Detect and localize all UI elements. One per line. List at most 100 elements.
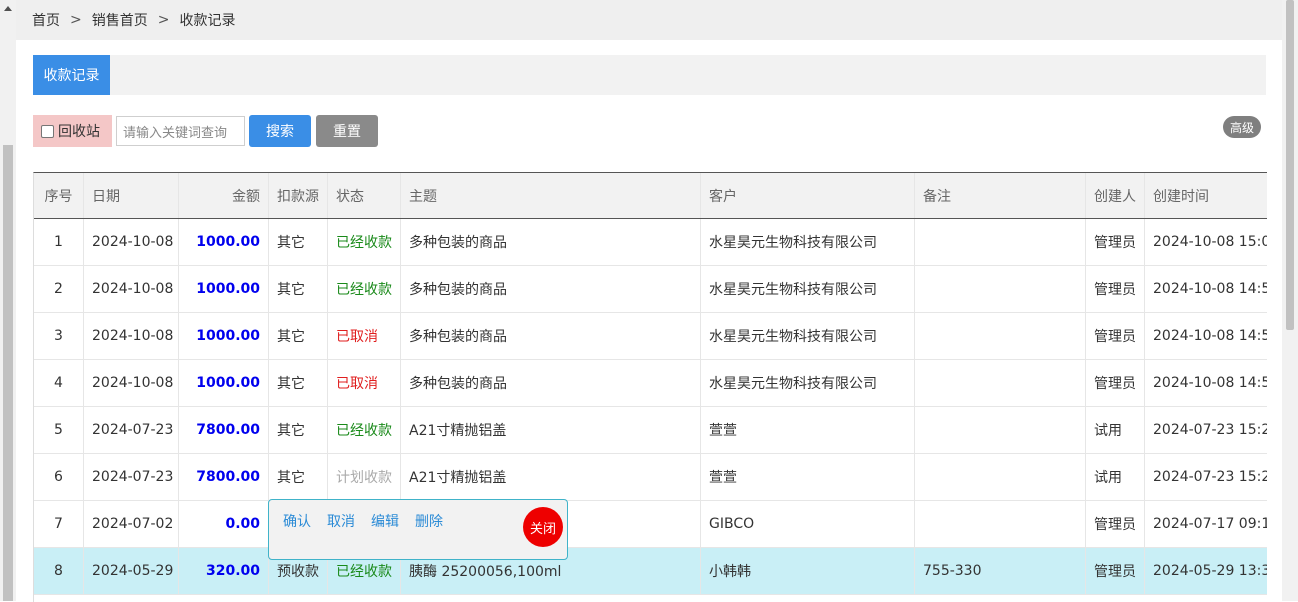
cell-amount: 1000.00 bbox=[179, 313, 269, 359]
cell-customer: 小韩韩 bbox=[701, 548, 915, 594]
search-input[interactable]: 请输入关键词查询 bbox=[116, 116, 245, 146]
cell-remark: 755-330 bbox=[915, 548, 1086, 594]
cell-source: 其它 bbox=[269, 454, 328, 500]
cell-customer: 萱萱 bbox=[701, 454, 915, 500]
recycle-bin-checkbox[interactable] bbox=[41, 124, 54, 138]
cell-created-time: 2024-07-17 09:10 bbox=[1153, 516, 1267, 532]
cell-creator: 管理员 bbox=[1086, 266, 1145, 312]
search-placeholder: 请输入关键词查询 bbox=[123, 125, 228, 141]
cell-remark bbox=[915, 454, 1086, 500]
cell-status: 已取消 bbox=[328, 360, 401, 406]
cell-remark bbox=[915, 360, 1086, 406]
tab-payment-records[interactable]: 收款记录 bbox=[33, 55, 110, 95]
cell-seq: 2 bbox=[34, 266, 84, 312]
scroll-up-arrow-icon[interactable] bbox=[4, 6, 12, 11]
cell-creator: 试用 bbox=[1086, 454, 1145, 500]
cell-amount: 7800.00 bbox=[179, 407, 269, 453]
search-button[interactable]: 搜索 bbox=[249, 115, 311, 147]
cell-created-time: 2024-10-08 14:59 bbox=[1153, 328, 1267, 344]
cell-date: 2024-07-02 bbox=[84, 501, 179, 547]
cell-customer: 水星昊元生物科技有限公司 bbox=[701, 360, 915, 406]
breadcrumb-sales-home[interactable]: 销售首页 bbox=[92, 10, 148, 30]
header-remark[interactable]: 备注 bbox=[915, 173, 1086, 218]
cell-created-time: 2024-05-29 13:37 bbox=[1153, 563, 1267, 579]
header-creator[interactable]: 创建人 bbox=[1086, 173, 1145, 218]
reset-button[interactable]: 重置 bbox=[316, 115, 378, 147]
table-row[interactable]: 6 2024-07-23 7800.00 其它 计划收款 A21寸精抛铝盖 萱萱 试用 2024… bbox=[34, 454, 1267, 501]
table-row[interactable]: 8 2024-05-29 320.00 预收款 已经收款 胰酶 25200056,100m… bbox=[34, 548, 1267, 595]
table-row[interactable]: 2 2024-10-08 1000.00 其它 已经收款 多种包装的商品 水星昊元生物科技有… bbox=[34, 266, 1267, 313]
cell-customer: 水星昊元生物科技有限公司 bbox=[701, 266, 915, 312]
edit-button[interactable]: 编辑 bbox=[371, 511, 399, 531]
cancel-button[interactable]: 取消 bbox=[327, 511, 355, 531]
header-customer[interactable]: 客户 bbox=[701, 173, 915, 218]
header-source[interactable]: 扣款源 bbox=[269, 173, 328, 218]
cell-remark bbox=[915, 407, 1086, 453]
cell-source: 其它 bbox=[269, 360, 328, 406]
table-row[interactable]: 7 2024-07-02 0.00 GIBCO 管理员 2024-07-17 09:10 bbox=[34, 501, 1267, 548]
cell-seq: 6 bbox=[34, 454, 84, 500]
outer-scrollbar-left[interactable] bbox=[0, 0, 16, 601]
cell-customer: GIBCO bbox=[701, 501, 915, 547]
main-content: 收款记录 回收站 请输入关键词查询 搜索 重置 高级 序号 日期 金额 扣款源 … bbox=[16, 40, 1282, 602]
cell-customer: 水星昊元生物科技有限公司 bbox=[701, 219, 915, 265]
outer-scrollbar-right[interactable] bbox=[1282, 0, 1298, 601]
cell-status: 已经收款 bbox=[328, 407, 401, 453]
header-date[interactable]: 日期 bbox=[84, 173, 179, 218]
cell-date: 2024-10-08 bbox=[84, 219, 179, 265]
cell-subject: A21寸精抛铝盖 bbox=[401, 407, 701, 453]
header-created-time[interactable]: 创建时间 bbox=[1145, 173, 1267, 218]
table-row[interactable]: 5 2024-07-23 7800.00 其它 已经收款 A21寸精抛铝盖 萱萱 试用 2024… bbox=[34, 407, 1267, 454]
table-row[interactable]: 1 2024-10-08 1000.00 其它 已经收款 多种包装的商品 水星昊元生物科技有… bbox=[34, 219, 1267, 266]
cell-created-time: 2024-10-08 14:59 bbox=[1153, 281, 1267, 297]
advanced-search-button[interactable]: 高级 bbox=[1223, 116, 1261, 138]
cell-source: 其它 bbox=[269, 313, 328, 359]
breadcrumb-home[interactable]: 首页 bbox=[32, 10, 60, 30]
cell-status: 已经收款 bbox=[328, 219, 401, 265]
breadcrumb-current: 收款记录 bbox=[179, 13, 236, 29]
payment-records-table: 序号 日期 金额 扣款源 状态 主题 客户 备注 创建人 创建时间 1 2024-… bbox=[33, 172, 1267, 602]
cell-date: 2024-10-08 bbox=[84, 313, 179, 359]
cell-creator: 管理员 bbox=[1086, 548, 1145, 594]
cell-date: 2024-07-23 bbox=[84, 407, 179, 453]
cell-amount: 1000.00 bbox=[179, 219, 269, 265]
table-row[interactable]: 3 2024-10-08 1000.00 其它 已取消 多种包装的商品 水星昊元生物科技有限… bbox=[34, 313, 1267, 360]
delete-button[interactable]: 删除 bbox=[415, 511, 443, 531]
header-amount[interactable]: 金额 bbox=[179, 173, 269, 218]
cell-customer: 水星昊元生物科技有限公司 bbox=[701, 313, 915, 359]
cell-created-time: 2024-07-23 15:22 bbox=[1153, 469, 1267, 485]
cell-seq: 7 bbox=[34, 501, 84, 547]
recycle-bin-label: 回收站 bbox=[58, 124, 100, 140]
cell-date: 2024-10-08 bbox=[84, 266, 179, 312]
breadcrumb-separator: > bbox=[70, 12, 82, 28]
cell-remark bbox=[915, 501, 1086, 547]
cell-customer: 萱萱 bbox=[701, 407, 915, 453]
cell-status: 已取消 bbox=[328, 313, 401, 359]
header-status[interactable]: 状态 bbox=[328, 173, 401, 218]
cell-seq: 4 bbox=[34, 360, 84, 406]
cell-remark bbox=[915, 266, 1086, 312]
breadcrumb-separator: > bbox=[157, 12, 170, 28]
header-seq[interactable]: 序号 bbox=[34, 173, 84, 218]
cell-subject: 多种包装的商品 bbox=[401, 219, 701, 265]
scrollbar-thumb[interactable] bbox=[3, 145, 13, 601]
confirm-button[interactable]: 确认 bbox=[283, 511, 311, 531]
cell-creator: 管理员 bbox=[1086, 219, 1145, 265]
cell-seq: 5 bbox=[34, 407, 84, 453]
table-row[interactable]: 4 2024-10-08 1000.00 其它 已取消 多种包装的商品 水星昊元生物科技有限… bbox=[34, 360, 1267, 407]
cell-subject: 多种包装的商品 bbox=[401, 313, 701, 359]
cell-amount: 1000.00 bbox=[179, 360, 269, 406]
cell-status: 已经收款 bbox=[328, 266, 401, 312]
cell-source: 其它 bbox=[269, 266, 328, 312]
cell-creator: 管理员 bbox=[1086, 313, 1145, 359]
cell-created-time: 2024-10-08 14:59 bbox=[1153, 375, 1267, 391]
cell-seq: 8 bbox=[34, 548, 84, 594]
recycle-bin-toggle[interactable]: 回收站 bbox=[33, 115, 112, 147]
header-subject[interactable]: 主题 bbox=[401, 173, 701, 218]
close-button[interactable]: 关闭 bbox=[523, 507, 563, 547]
cell-creator: 管理员 bbox=[1086, 501, 1145, 547]
scrollbar-thumb[interactable] bbox=[1286, 0, 1294, 330]
cell-created-time: 2024-07-23 15:23 bbox=[1153, 422, 1267, 438]
cell-created-time: 2024-10-08 15:00 bbox=[1153, 234, 1267, 250]
cell-creator: 管理员 bbox=[1086, 360, 1145, 406]
